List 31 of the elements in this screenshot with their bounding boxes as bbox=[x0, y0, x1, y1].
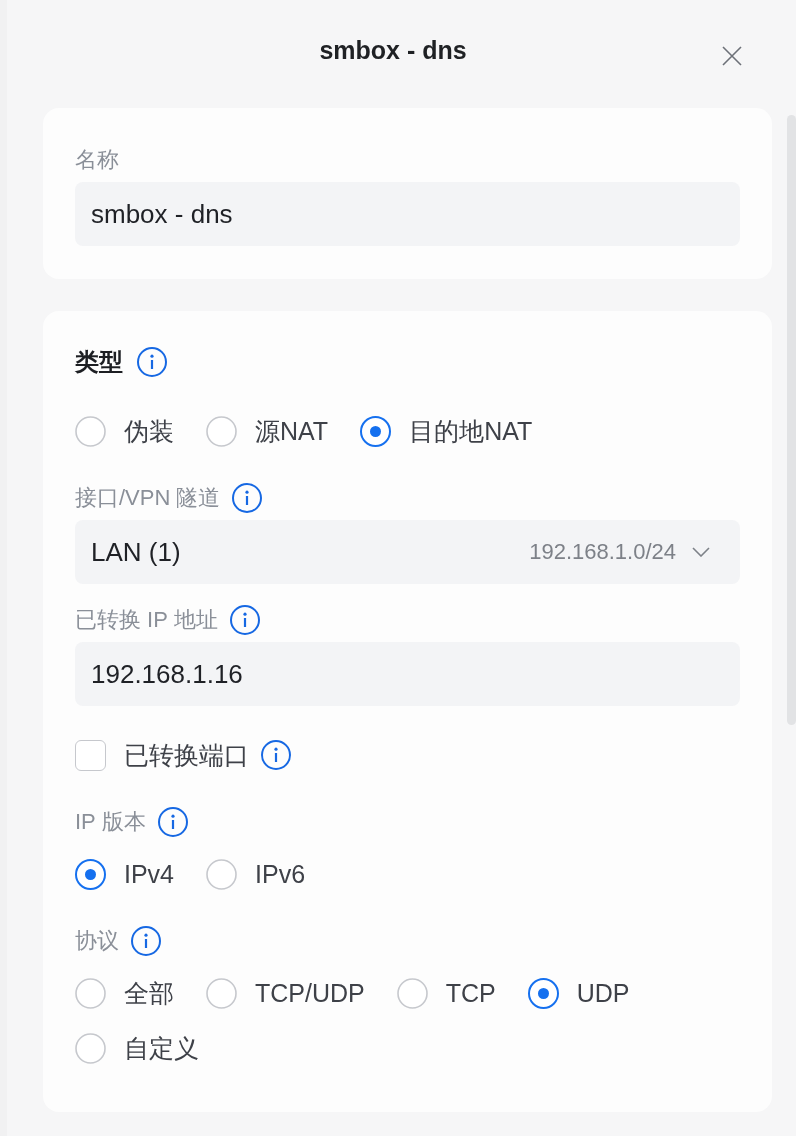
info-icon[interactable] bbox=[232, 483, 263, 513]
info-icon[interactable] bbox=[261, 740, 291, 770]
field-label: 接口/VPN 隧道 bbox=[75, 484, 221, 512]
radio-option[interactable]: 源NAT bbox=[206, 411, 329, 451]
chevron-down-icon bbox=[692, 547, 710, 557]
radio-option[interactable]: 目的地NAT bbox=[360, 411, 533, 451]
dropdown-field[interactable]: LAN (1) 192.168.1.0/24 bbox=[75, 520, 740, 584]
radio-option[interactable]: 全部 bbox=[75, 973, 174, 1013]
field-label: 已转换 IP 地址 bbox=[75, 606, 218, 634]
field-label: 协议 bbox=[75, 927, 119, 955]
radio-option[interactable]: 自定义 bbox=[75, 1028, 199, 1068]
text-field[interactable]: smbox - dns bbox=[75, 182, 740, 246]
subnet-text: 192.168.1.0/24 bbox=[529, 539, 676, 565]
radio-option[interactable]: IPv4 bbox=[75, 854, 175, 894]
checkbox-option[interactable]: 已转换端口 bbox=[75, 735, 249, 775]
field-label: 名称 bbox=[75, 146, 119, 174]
text-field[interactable]: 192.168.1.16 bbox=[75, 642, 740, 706]
field-label: IP 版本 bbox=[75, 808, 146, 836]
close-icon bbox=[722, 46, 742, 66]
radio-option[interactable]: 伪装 bbox=[75, 411, 174, 451]
radio-option[interactable]: TCP/UDP bbox=[206, 973, 365, 1013]
info-icon[interactable] bbox=[157, 807, 188, 837]
radio-option[interactable]: UDP bbox=[527, 973, 630, 1013]
dropdown-value: LAN (1) bbox=[91, 536, 182, 568]
section-heading: 类型 bbox=[75, 347, 123, 377]
dialog-title: smbox - dns bbox=[319, 35, 467, 66]
info-icon[interactable] bbox=[229, 605, 260, 635]
radio-option[interactable]: IPv6 bbox=[206, 854, 306, 894]
radio-option[interactable]: TCP bbox=[396, 973, 496, 1013]
info-icon[interactable] bbox=[131, 926, 161, 956]
info-icon[interactable] bbox=[137, 347, 167, 377]
